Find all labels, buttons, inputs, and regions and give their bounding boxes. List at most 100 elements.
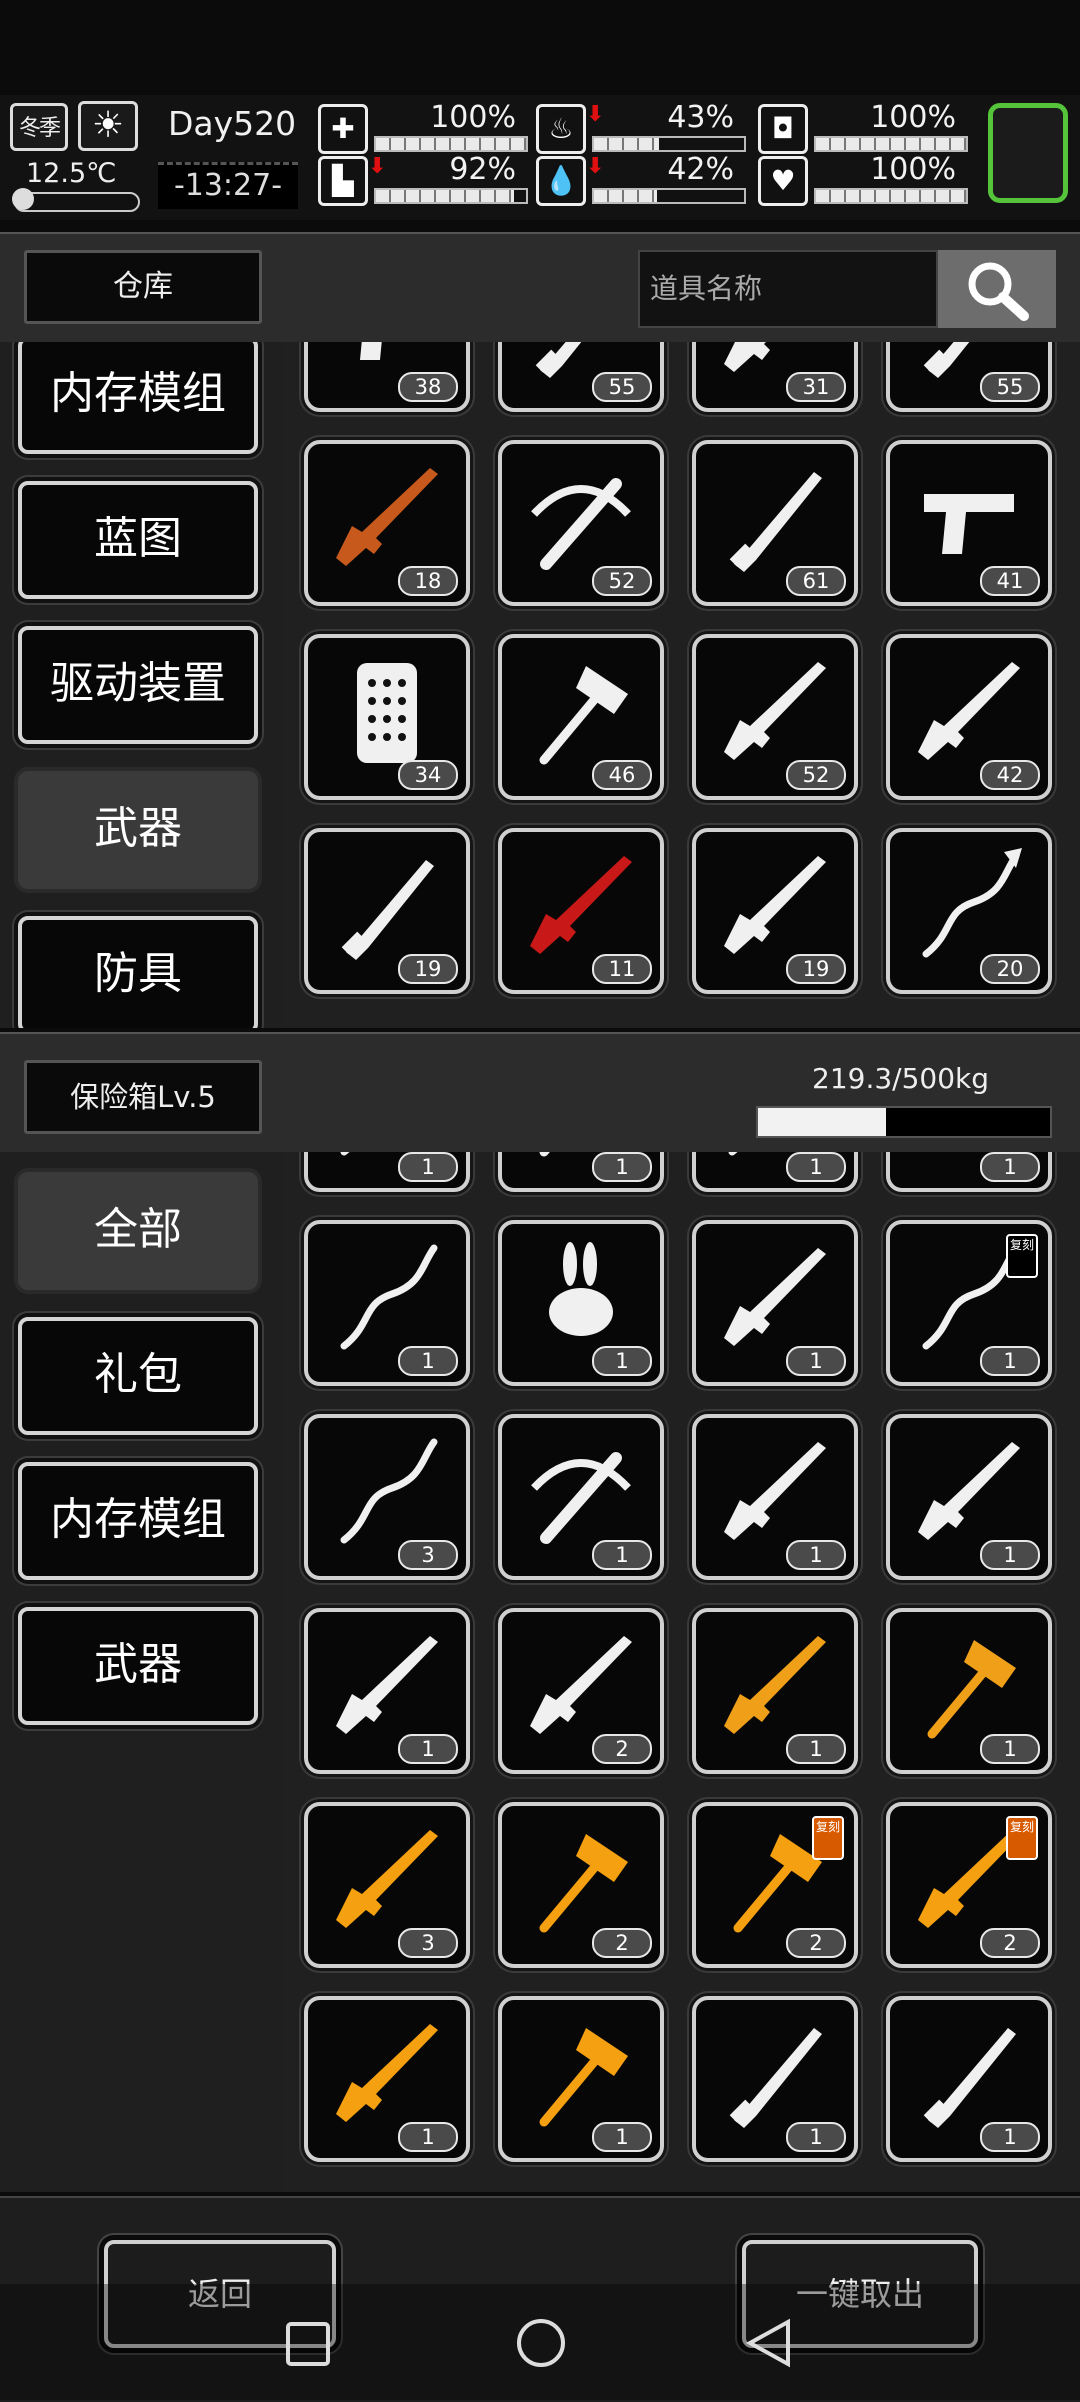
category-5-button[interactable]: 防具: [18, 916, 258, 1028]
combat-knife-icon: [341, 860, 434, 960]
item-slot[interactable]: 1: [692, 1996, 858, 2162]
item-slot[interactable]: 1: [886, 1608, 1052, 1774]
item-count: 61: [786, 566, 846, 596]
category-2-button[interactable]: 蓝图: [18, 481, 258, 599]
item-slot[interactable]: 46: [498, 634, 664, 800]
item-slot[interactable]: 19: [692, 828, 858, 994]
warehouse-tab[interactable]: 仓库: [24, 250, 262, 324]
bazooka-icon: [530, 1636, 632, 1734]
item-slot[interactable]: 11: [498, 828, 664, 994]
category-3-button[interactable]: 驱动装置: [18, 626, 258, 744]
item-slot[interactable]: 1: [692, 1220, 858, 1386]
search-button[interactable]: [938, 250, 1056, 328]
item-slot[interactable]: 55: [886, 342, 1052, 412]
weight-bar-fill: [758, 1108, 887, 1136]
item-count: 1: [980, 1152, 1040, 1182]
safebox-item-grid: 1 1 1 1 1 1 1 复刻 1 3 1 1 1 1 2 1 1 3 2 复刻 2 复刻 2 1 1 1 1: [282, 1152, 1080, 2192]
day-counter: Day520: [168, 104, 297, 143]
category-1-button[interactable]: 内存模组: [18, 342, 258, 454]
recent-apps-icon[interactable]: [284, 2320, 332, 2368]
item-slot[interactable]: 18: [304, 440, 470, 606]
thermometer-icon: [12, 188, 140, 212]
item-slot[interactable]: 1: [498, 1414, 664, 1580]
category-3-button[interactable]: 内存模组: [18, 1462, 258, 1580]
item-slot[interactable]: 42: [886, 634, 1052, 800]
sun-icon: ☀: [78, 101, 138, 151]
item-slot[interactable]: 2: [498, 1802, 664, 1968]
remake-badge: 复刻: [1006, 1234, 1038, 1278]
item-slot[interactable]: 1: [886, 1996, 1052, 2162]
category-1-button[interactable]: 全部: [18, 1172, 258, 1290]
item-slot[interactable]: 55: [498, 342, 664, 412]
item-slot[interactable]: 3: [304, 1414, 470, 1580]
armor-bar-fill: [816, 138, 966, 150]
item-count: 1: [592, 1540, 652, 1570]
item-slot[interactable]: 1: [304, 1608, 470, 1774]
long-sword-icon: [923, 2028, 1016, 2128]
item-slot[interactable]: 1: [692, 1608, 858, 1774]
back-icon[interactable]: [744, 2318, 794, 2368]
heart-icon: ♥: [758, 156, 808, 206]
item-count: 19: [398, 954, 458, 984]
item-count: 1: [980, 1346, 1040, 1376]
item-slot[interactable]: 1: [498, 1152, 664, 1192]
home-icon[interactable]: [514, 2316, 568, 2370]
boot-icon: ▙: [318, 156, 368, 206]
dragon-rifle-icon: [336, 1636, 438, 1734]
item-slot[interactable]: 3: [304, 1802, 470, 1968]
safebox-category-list: 全部礼包内存模组武器: [0, 1152, 282, 2192]
warehouse-item-grid: 38 55 31 55 18 52 61 41 34 46 52 42 19 11 19 20: [282, 342, 1080, 1028]
item-slot[interactable]: 38: [304, 342, 470, 412]
item-slot[interactable]: 19: [304, 828, 470, 994]
item-count: 1: [398, 1346, 458, 1376]
item-slot[interactable]: 52: [692, 634, 858, 800]
item-count: 42: [980, 760, 1040, 790]
item-slot[interactable]: 1: [692, 1152, 858, 1192]
rifle-icon: [724, 662, 826, 760]
item-slot[interactable]: 1: [886, 1152, 1052, 1192]
item-slot[interactable]: 34: [304, 634, 470, 800]
item-slot[interactable]: 1: [304, 1996, 470, 2162]
golden-shotgun-icon: [724, 1636, 826, 1734]
item-count: 1: [980, 1540, 1040, 1570]
golden-gun-icon: [336, 2024, 438, 2122]
item-slot[interactable]: 1: [886, 1414, 1052, 1580]
item-count: 19: [786, 954, 846, 984]
search-icon: [968, 262, 1029, 321]
safebox-tab[interactable]: 保险箱Lv.5: [24, 1060, 262, 1134]
item-search-input[interactable]: 道具名称: [638, 250, 938, 328]
item-slot[interactable]: 1: [304, 1220, 470, 1386]
item-slot[interactable]: 1: [498, 1220, 664, 1386]
item-slot[interactable]: 41: [886, 440, 1052, 606]
item-count: 2: [592, 1734, 652, 1764]
item-slot[interactable]: 1: [498, 1996, 664, 2162]
item-slot[interactable]: 2: [498, 1608, 664, 1774]
item-slot[interactable]: 20: [886, 828, 1052, 994]
riot-shield-icon: [357, 663, 417, 763]
item-count: 38: [398, 372, 458, 402]
item-slot[interactable]: 复刻 2: [692, 1802, 858, 1968]
item-slot[interactable]: 31: [692, 342, 858, 412]
item-count: 52: [592, 566, 652, 596]
item-count: 1: [398, 1734, 458, 1764]
item-slot[interactable]: 1: [692, 1414, 858, 1580]
remake-badge: 复刻: [812, 1816, 844, 1860]
health-bar-fill: [376, 138, 526, 150]
item-slot[interactable]: 1: [304, 1152, 470, 1192]
item-slot[interactable]: 61: [692, 440, 858, 606]
category-4-button[interactable]: 武器: [18, 1607, 258, 1725]
water-value: 42%: [667, 152, 734, 187]
cannon-gun-icon: [724, 1248, 826, 1346]
stomach-bar: [592, 136, 746, 152]
quick-slot[interactable]: [988, 103, 1068, 203]
category-2-button[interactable]: 礼包: [18, 1317, 258, 1435]
category-4-button[interactable]: 武器: [18, 771, 258, 889]
shotgun-icon: [530, 856, 632, 954]
golden-hammer-icon: [927, 1640, 1016, 1739]
armor-value: 100%: [870, 100, 956, 135]
item-slot[interactable]: 复刻 2: [886, 1802, 1052, 1968]
item-slot[interactable]: 复刻 1: [886, 1220, 1052, 1386]
item-count: 11: [592, 954, 652, 984]
whip-icon: [340, 1244, 438, 1350]
item-slot[interactable]: 52: [498, 440, 664, 606]
